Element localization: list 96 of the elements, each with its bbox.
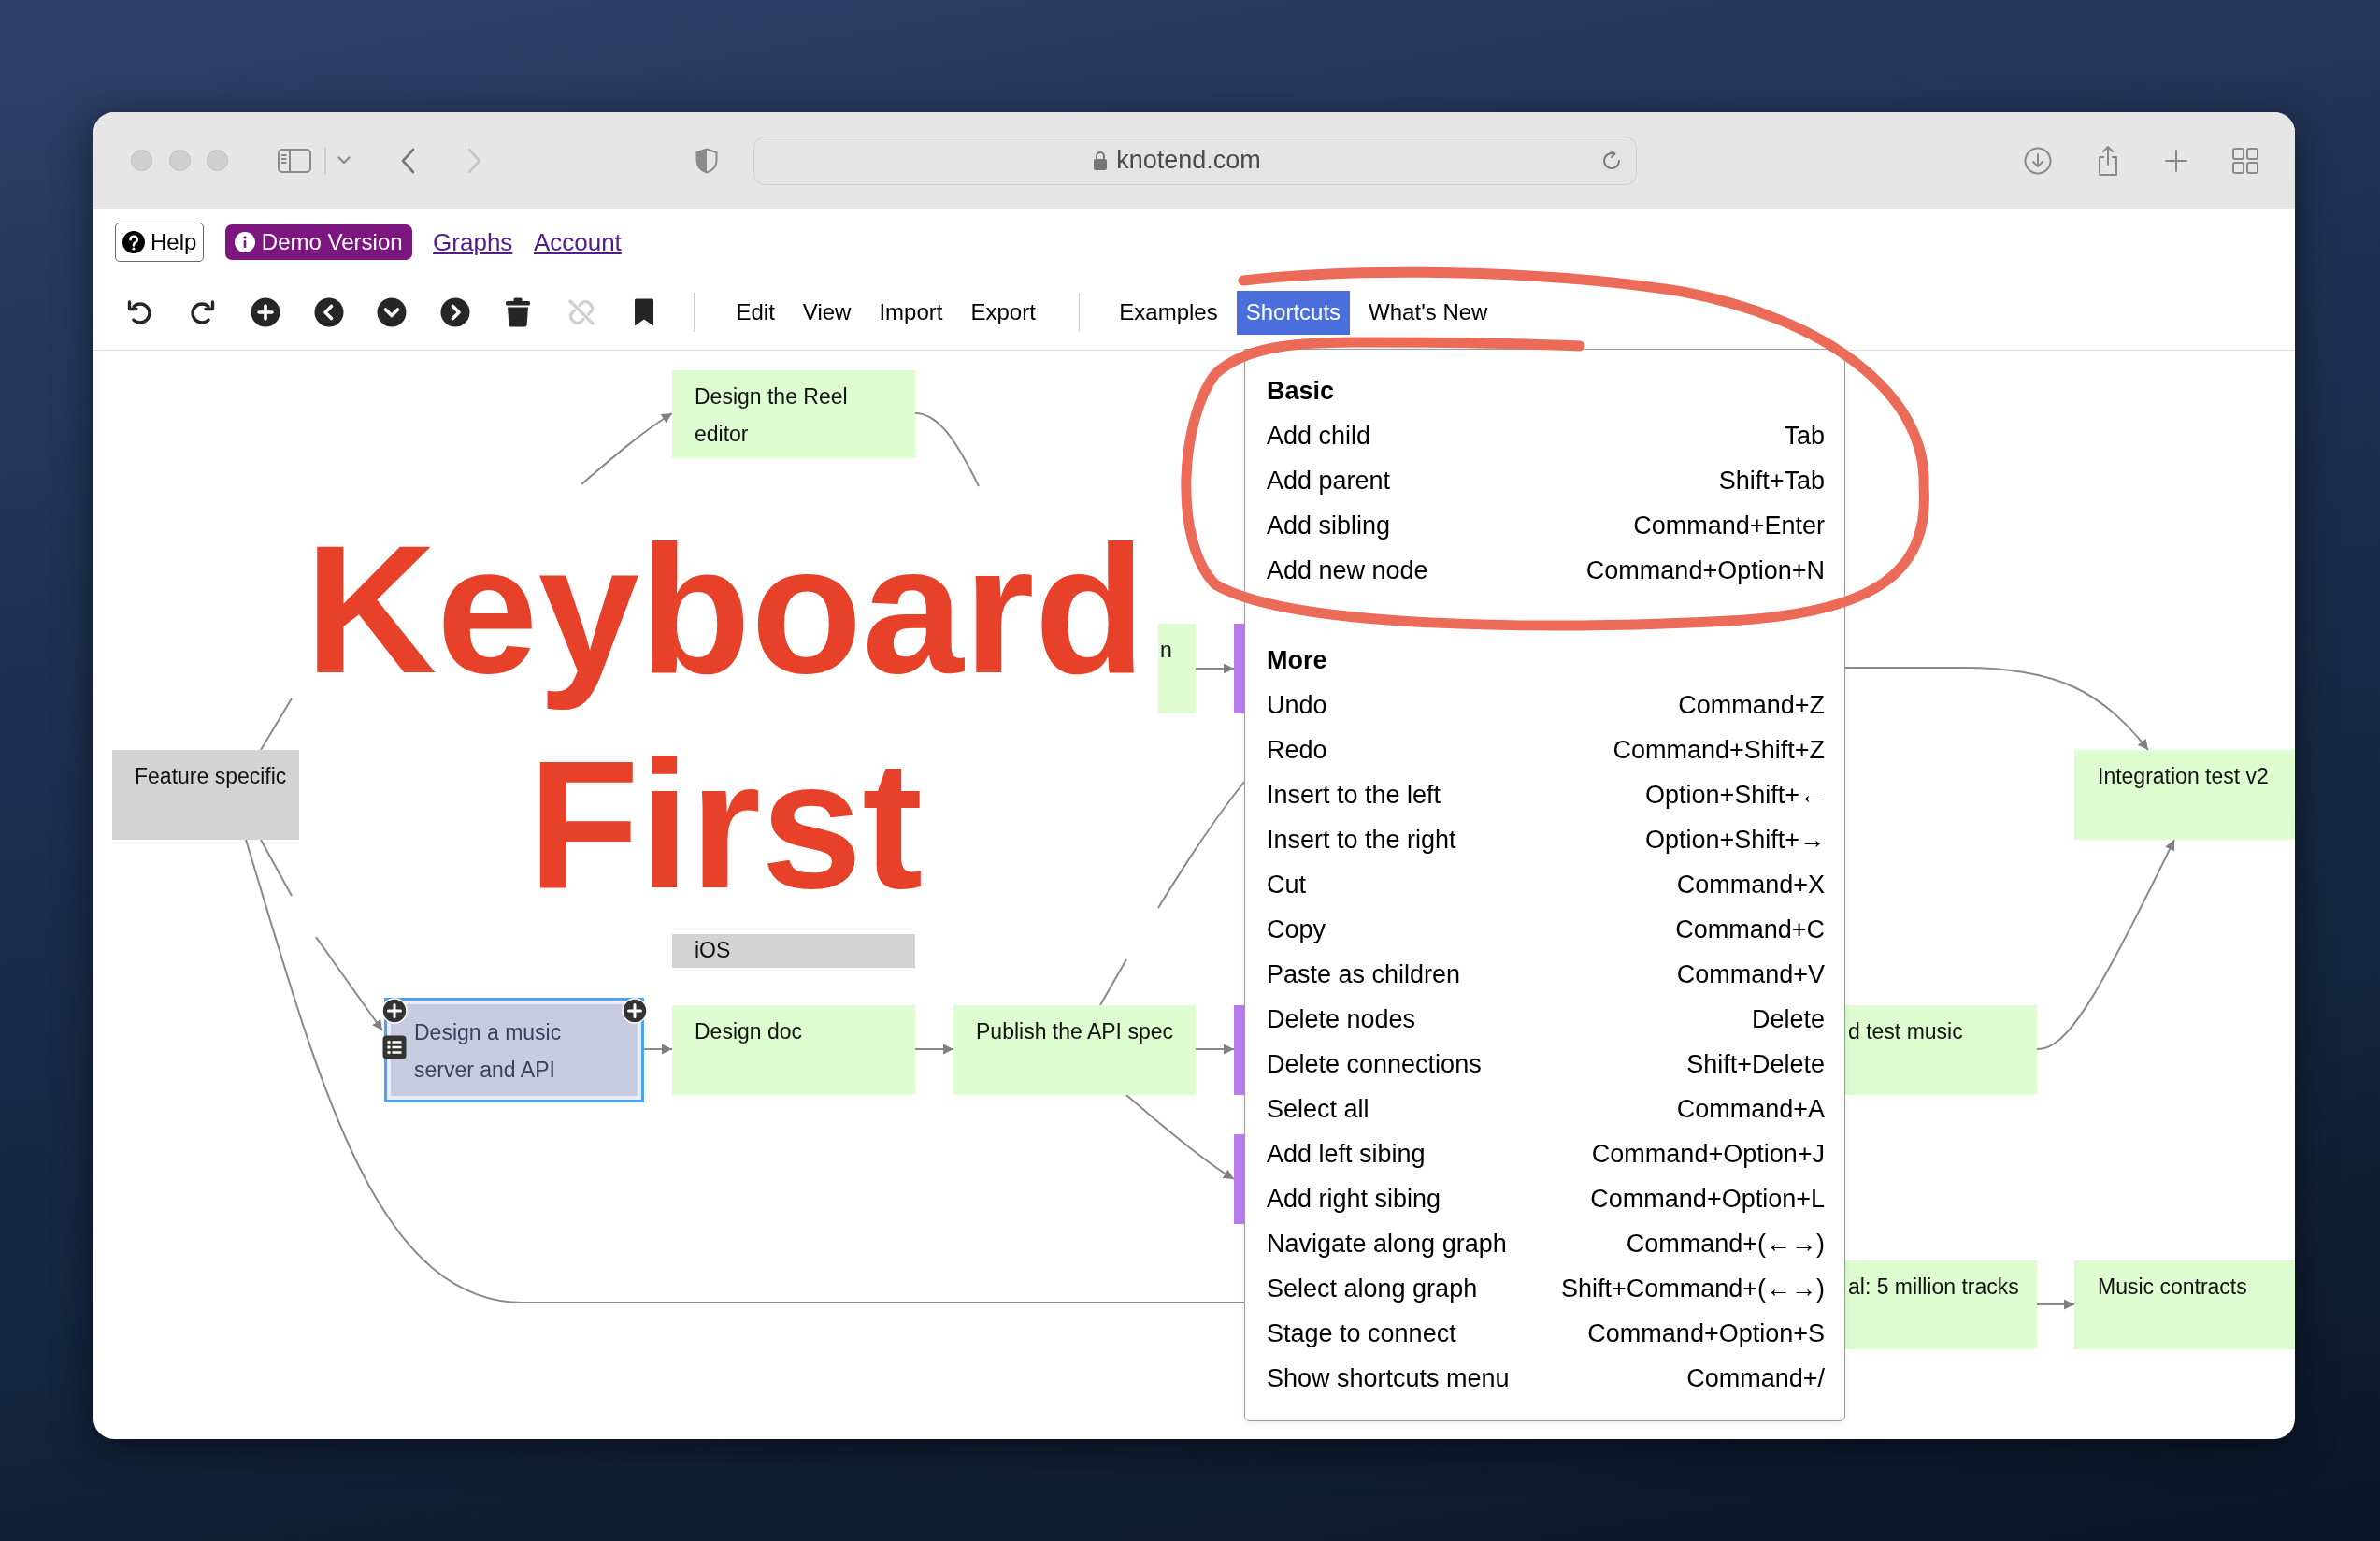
graph-node[interactable] <box>1234 624 1244 713</box>
connector-arrow <box>1195 1044 1235 1055</box>
shortcut-name: Add new node <box>1267 555 1428 586</box>
bookmark-icon[interactable] <box>634 298 654 326</box>
graph-node[interactable]: al: 5 million tracks <box>1845 1260 2037 1349</box>
shortcut-name: Stage to connect <box>1267 1318 1456 1349</box>
shortcut-name: Select all <box>1267 1094 1369 1125</box>
shortcut-keys: Option+Shift+→ <box>1644 817 1825 862</box>
graph-node[interactable]: Design a music server and API <box>384 998 644 1102</box>
nav-link[interactable]: Account <box>533 223 622 261</box>
shortcut-keys: Command+Option+S <box>1587 1311 1825 1356</box>
shortcut-name: Delete connections <box>1267 1049 1482 1080</box>
menu-button[interactable]: View <box>793 290 861 335</box>
graph-node[interactable]: Design doc <box>672 1005 915 1095</box>
shortcut-keys: Command+/ <box>1686 1356 1825 1401</box>
shortcut-keys: Command+V <box>1676 952 1825 997</box>
graph-node[interactable]: Publish the API spec <box>953 1005 1196 1095</box>
menu-button[interactable]: What's New <box>1359 290 1498 335</box>
shortcut-keys: Command+Option+N <box>1585 548 1825 593</box>
shortcut-name: Add sibling <box>1267 511 1391 541</box>
help-button[interactable]: Help <box>115 223 205 262</box>
shortcut-name: Insert to the left <box>1267 780 1441 811</box>
trash-icon[interactable] <box>505 297 531 327</box>
shortcut-keys: Command+A <box>1676 1087 1825 1131</box>
menu-button[interactable]: Shortcuts <box>1236 290 1351 335</box>
graph-node[interactable]: Music contracts <box>2074 1260 2295 1349</box>
demo-version-badge[interactable]: Demo Version <box>224 224 412 260</box>
connector-arrow <box>914 1044 954 1055</box>
connector-arrow <box>2036 1299 2075 1310</box>
graph-node[interactable]: d test music <box>1845 1005 2037 1095</box>
shortcut-keys: Command+Shift+Z <box>1613 727 1825 772</box>
list-icon[interactable] <box>382 1035 407 1059</box>
shortcut-keys: Shift+Tab <box>1718 458 1825 503</box>
shortcut-name: Undo <box>1267 690 1327 721</box>
connector-arrow <box>1195 663 1235 674</box>
plus-circle-icon[interactable] <box>381 998 408 1024</box>
graph-node[interactable]: iOS <box>672 934 915 968</box>
menu-section-title: Basic <box>1267 376 1336 407</box>
shortcut-keys: Shift+Delete <box>1686 1042 1825 1087</box>
shortcut-keys: Command+C <box>1675 907 1825 952</box>
tab-grid-icon[interactable] <box>2231 147 2258 174</box>
share-icon[interactable] <box>2096 144 2119 177</box>
menu-button[interactable]: Examples <box>1110 290 1227 335</box>
headline-text: Keyboard First <box>304 506 1147 928</box>
shortcut-name: Delete nodes <box>1267 1004 1416 1035</box>
url-text: knotend.com <box>1116 145 1261 177</box>
address-field[interactable]: knotend.com <box>753 136 1637 185</box>
shortcut-name: Cut <box>1267 870 1307 900</box>
chevron-left-circle-icon[interactable] <box>313 297 344 327</box>
shortcut-name: Add child <box>1267 421 1371 452</box>
shortcut-keys: Command+(←→) <box>1626 1221 1825 1266</box>
graph-node[interactable] <box>1234 1134 1244 1224</box>
menu-button[interactable]: Export <box>961 290 1045 335</box>
nav-link[interactable]: Graphs <box>433 223 513 261</box>
graph-node[interactable]: Integration test v2 <box>2074 750 2295 840</box>
back-icon[interactable] <box>399 147 415 174</box>
graph-node[interactable]: Feature specific <box>112 750 299 840</box>
shortcut-keys: Command+Option+L <box>1590 1176 1825 1221</box>
shortcut-keys: Shift+Command+(←→) <box>1560 1266 1825 1311</box>
shortcut-name: Show shortcuts menu <box>1267 1363 1510 1394</box>
shield-icon[interactable] <box>695 147 718 174</box>
menu-button[interactable]: Import <box>869 290 953 335</box>
plus-circle-icon[interactable] <box>251 297 280 327</box>
shortcut-name: Copy <box>1267 915 1326 945</box>
shortcut-keys: Delete <box>1751 997 1825 1042</box>
shortcut-name: Navigate along graph <box>1267 1229 1507 1260</box>
connector-arrow <box>643 1044 673 1055</box>
connector-line <box>260 698 293 751</box>
chevron-down-circle-icon[interactable] <box>377 297 407 327</box>
plus-circle-icon[interactable] <box>622 998 648 1024</box>
shortcut-keys: Command+Z <box>1678 683 1825 727</box>
graph-node[interactable] <box>1234 1005 1244 1095</box>
graph-node[interactable]: Design the Reel editor <box>672 370 915 458</box>
graph-node[interactable]: n <box>1158 624 1196 713</box>
shortcut-name: Add left sibing <box>1267 1139 1426 1170</box>
new-tab-plus-icon[interactable] <box>2164 149 2187 172</box>
shortcut-name: Redo <box>1267 735 1327 766</box>
shortcut-name: Add parent <box>1267 466 1391 497</box>
menu-section-title: More <box>1267 645 1328 676</box>
shortcut-keys: Command+Enter <box>1633 503 1825 548</box>
chevron-down-icon[interactable] <box>337 156 351 165</box>
chevron-right-circle-icon[interactable] <box>439 297 470 327</box>
shortcut-name: Insert to the right <box>1267 825 1456 856</box>
shortcut-keys: Command+Option+J <box>1591 1131 1825 1176</box>
menu-button[interactable]: Edit <box>726 290 784 335</box>
info-icon <box>234 232 255 252</box>
sidebar-icon[interactable] <box>278 148 311 173</box>
shortcut-name: Add right sibing <box>1267 1184 1441 1215</box>
shortcut-keys: Tab <box>1784 413 1825 458</box>
shortcut-keys: Option+Shift+← <box>1644 772 1825 817</box>
download-icon[interactable] <box>2023 146 2052 175</box>
shortcut-keys: Command+X <box>1676 862 1825 907</box>
lock-icon <box>1093 150 1109 171</box>
shortcut-name: Select along graph <box>1267 1274 1478 1304</box>
shortcut-name: Paste as children <box>1267 959 1461 990</box>
help-icon <box>122 231 145 253</box>
